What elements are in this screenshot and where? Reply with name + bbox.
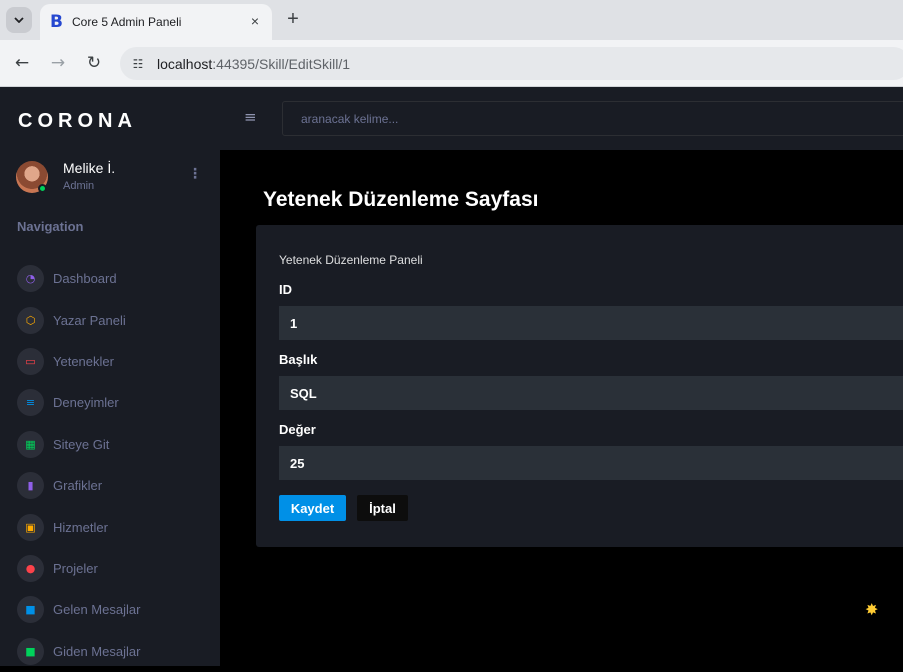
title-label: Başlık [279, 352, 318, 367]
browser-tabstrip: B Core 5 Admin Paneli × + [0, 0, 903, 40]
edit-card: Yetenek Düzenleme Paneli ID Başlık Değer… [256, 225, 903, 547]
sidebar-item-label: Yazar Paneli [53, 312, 126, 328]
sidebar-item-yazar-paneli[interactable]: ⬡ Yazar Paneli [17, 299, 217, 340]
sidebar-item-label: Grafikler [53, 478, 103, 494]
chevron-down-icon [14, 17, 24, 23]
browser-tab[interactable]: B Core 5 Admin Paneli × [40, 4, 272, 40]
url-host: localhost [157, 56, 213, 72]
sidebar-item-label: Gelen Mesajlar [53, 602, 141, 618]
nav-heading: Navigation [17, 219, 84, 234]
more-vertical-icon[interactable]: ⋮ [188, 165, 202, 182]
contacts-icon: ▣ [17, 513, 44, 541]
sidebar-item-label: Yetenekler [53, 353, 114, 369]
close-tab-icon[interactable]: × [246, 12, 264, 30]
url-path: :44395/Skill/EditSkill/1 [212, 56, 351, 72]
browser-toolbar: ← → ↻ ☷ localhost:44395/Skill/EditSkill/… [0, 40, 903, 87]
sidebar: CORONA Melike İ. Admin ⋮ Navigation ◔ Das… [0, 87, 220, 666]
sidebar-menu: ◔ Dashboard ⬡ Yazar Paneli ▭ Yetenekler ≡ Deney… [17, 258, 217, 672]
sidebar-item-label: Giden Mesajlar [53, 643, 141, 659]
new-tab-button[interactable]: + [282, 9, 304, 31]
bootstrap-favicon-icon: B [50, 12, 63, 32]
cancel-button[interactable]: İptal [357, 495, 408, 521]
search-box [282, 101, 903, 136]
back-arrow-icon[interactable]: ← [11, 52, 33, 74]
address-bar[interactable]: ☷ localhost:44395/Skill/EditSkill/1 [120, 47, 903, 80]
topbar: ≡ [220, 87, 903, 150]
card-title: Yetenek Düzenleme Paneli [279, 253, 423, 267]
sidebar-item-label: Dashboard [53, 271, 117, 287]
save-button[interactable]: Kaydet [279, 495, 346, 521]
laptop-icon: ▭ [17, 347, 44, 375]
sidebar-item-label: Deneyimler [53, 395, 119, 411]
sidebar-item-label: Siteye Git [53, 436, 110, 452]
menu-toggle-icon[interactable]: ≡ [244, 108, 257, 126]
cube-icon: ⬡ [17, 306, 44, 334]
sidebar-item-deneyimler[interactable]: ≡ Deneyimler [17, 382, 217, 423]
playlist-icon: ≡ [17, 389, 44, 417]
brand-logo[interactable]: CORONA [18, 110, 137, 133]
site-info-icon[interactable]: ☷ [128, 54, 148, 74]
value-field[interactable] [279, 446, 903, 480]
sidebar-item-label: Projeler [53, 560, 98, 576]
online-status-icon [38, 184, 47, 193]
sparkle-icon: ✸ [865, 600, 879, 619]
search-input[interactable] [283, 102, 903, 135]
url-text[interactable]: localhost:44395/Skill/EditSkill/1 [157, 56, 350, 72]
id-label: ID [279, 282, 292, 297]
profile-name: Melike İ. [63, 160, 116, 176]
sidebar-item-dashboard[interactable]: ◔ Dashboard [17, 258, 217, 299]
page-title: Yetenek Düzenleme Sayfası [263, 188, 539, 211]
tab-search-button[interactable] [6, 7, 32, 33]
sidebar-item-hizmetler[interactable]: ▣ Hizmetler [17, 506, 217, 547]
reload-icon[interactable]: ↻ [83, 52, 105, 74]
forward-arrow-icon[interactable]: → [47, 52, 69, 74]
sidebar-item-label: Hizmetler [53, 519, 108, 535]
sidebar-item-yetenekler[interactable]: ▭ Yetenekler [17, 341, 217, 382]
sidebar-item-grafikler[interactable]: ▮ Grafikler [17, 465, 217, 506]
sidebar-item-siteye-git[interactable]: ▦ Siteye Git [17, 424, 217, 465]
message-icon: ■ [17, 596, 44, 624]
speedometer-icon: ◔ [17, 265, 44, 293]
tab-title: Core 5 Admin Paneli [72, 15, 182, 29]
id-field[interactable] [279, 306, 903, 340]
chart-bar-icon: ▮ [17, 472, 44, 500]
sidebar-item-projeler[interactable]: ● Projeler [17, 548, 217, 589]
main-content: Yetenek Düzenleme Sayfası Yetenek Düzenl… [220, 150, 903, 666]
title-field[interactable] [279, 376, 903, 410]
github-icon: ● [17, 554, 44, 582]
table-icon: ▦ [17, 430, 44, 458]
sidebar-item-gelen-mesajlar[interactable]: ■ Gelen Mesajlar [17, 589, 217, 630]
message-outgoing-icon: ■ [17, 637, 44, 665]
profile: Melike İ. Admin ⋮ [16, 159, 216, 199]
value-label: Değer [279, 422, 316, 437]
profile-role: Admin [63, 180, 95, 192]
